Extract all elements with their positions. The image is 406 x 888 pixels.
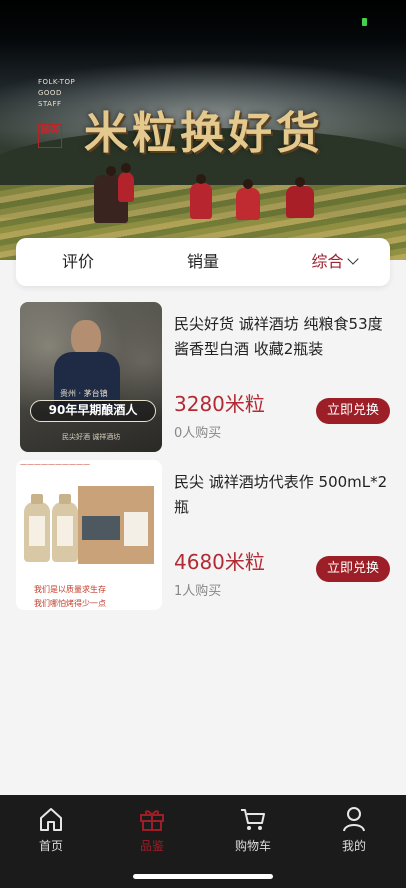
battery-icon — [362, 18, 367, 26]
tab-label: 首页 — [38, 839, 63, 853]
product-sold-count: 1人购买 — [174, 584, 222, 599]
cart-icon — [241, 809, 265, 830]
banner-farmer-figure — [286, 177, 314, 218]
product-price: 4680米粒 — [174, 550, 265, 574]
sort-bar: 评价 销量 综合 — [16, 238, 390, 286]
sort-tab-rating[interactable]: 评价 — [46, 238, 110, 286]
home-indicator[interactable] — [133, 874, 273, 879]
banner-farmer-figure — [190, 174, 212, 219]
sort-tab-label: 销量 — [186, 252, 219, 271]
user-icon — [343, 807, 365, 832]
sort-tab-comprehensive[interactable]: 综合 — [292, 238, 376, 286]
product-image[interactable]: 贵州 · 茅台镇 90年早期酿酒人 民尖好酒 诚祥酒坊 — [20, 302, 162, 452]
app-screen: FOLK-TOP GOOD STAFF 民尖 米粒换好货 评价 销量 综合 贵州… — [0, 0, 406, 888]
sort-tab-label: 评价 — [61, 252, 94, 271]
banner-farmer-figure — [236, 179, 260, 220]
brand-seal-logo: 民尖 — [38, 124, 62, 148]
bottom-tab-bar: 首页 品鉴 购物车 我的 — [0, 795, 406, 888]
tab-label: 我的 — [341, 839, 366, 853]
product-title[interactable]: 民尖 诚祥酒坊代表作 500mL*2瓶 — [174, 470, 390, 520]
tab-profile[interactable]: 我的 — [324, 805, 384, 854]
product-image[interactable]: —————————— 我们是以质量求生存 我们哪怕烤得少一点 — [16, 460, 162, 610]
chevron-down-icon — [346, 253, 359, 265]
gift-icon — [140, 810, 164, 831]
brand-english: FOLK-TOP GOOD STAFF — [38, 77, 75, 110]
brand-english-line: FOLK-TOP — [38, 78, 76, 86]
product-price: 3280米粒 — [174, 392, 265, 416]
sort-tab-label: 综合 — [311, 252, 344, 271]
product-image-slogan: 我们是以质量求生存 — [34, 585, 106, 594]
product-bottle — [52, 494, 78, 562]
product-title[interactable]: 民尖好货 诚祥酒坊 纯粮食53度酱香型白酒 收藏2瓶装 — [174, 312, 390, 362]
product-card[interactable]: 贵州 · 茅台镇 90年早期酿酒人 民尖好酒 诚祥酒坊 民尖好货 诚祥酒坊 纯粮… — [16, 302, 390, 452]
redeem-button[interactable]: 立即兑换 — [316, 398, 390, 424]
tab-label: 购物车 — [234, 839, 271, 853]
product-image-slogan: 我们哪怕烤得少一点 — [34, 599, 106, 608]
tab-cart[interactable]: 购物车 — [223, 805, 283, 854]
product-bottle — [24, 494, 50, 562]
brand-english-line: STAFF — [38, 100, 62, 108]
promo-banner[interactable]: FOLK-TOP GOOD STAFF 民尖 米粒换好货 — [0, 0, 406, 260]
product-image-footer: 民尖好酒 诚祥酒坊 — [62, 433, 121, 441]
product-image-location: 贵州 · 茅台镇 — [60, 389, 108, 398]
banner-title: 米粒换好货 — [84, 108, 324, 159]
redeem-button[interactable]: 立即兑换 — [316, 556, 390, 582]
tab-label: 品鉴 — [139, 839, 164, 853]
sort-tab-sales[interactable]: 销量 — [171, 238, 235, 286]
product-card[interactable]: —————————— 我们是以质量求生存 我们哪怕烤得少一点 民尖 诚祥酒坊代表… — [16, 460, 390, 610]
brand-english-line: GOOD — [38, 89, 62, 97]
product-sold-count: 0人购买 — [174, 426, 222, 441]
product-gift-box — [78, 486, 154, 564]
product-photo-person — [71, 320, 101, 356]
home-icon — [40, 808, 62, 831]
product-image-badge: 90年早期酿酒人 — [30, 400, 156, 422]
tab-home[interactable]: 首页 — [21, 805, 81, 854]
tab-tasting[interactable]: 品鉴 — [122, 805, 182, 854]
banner-farmer-figure — [118, 163, 134, 202]
